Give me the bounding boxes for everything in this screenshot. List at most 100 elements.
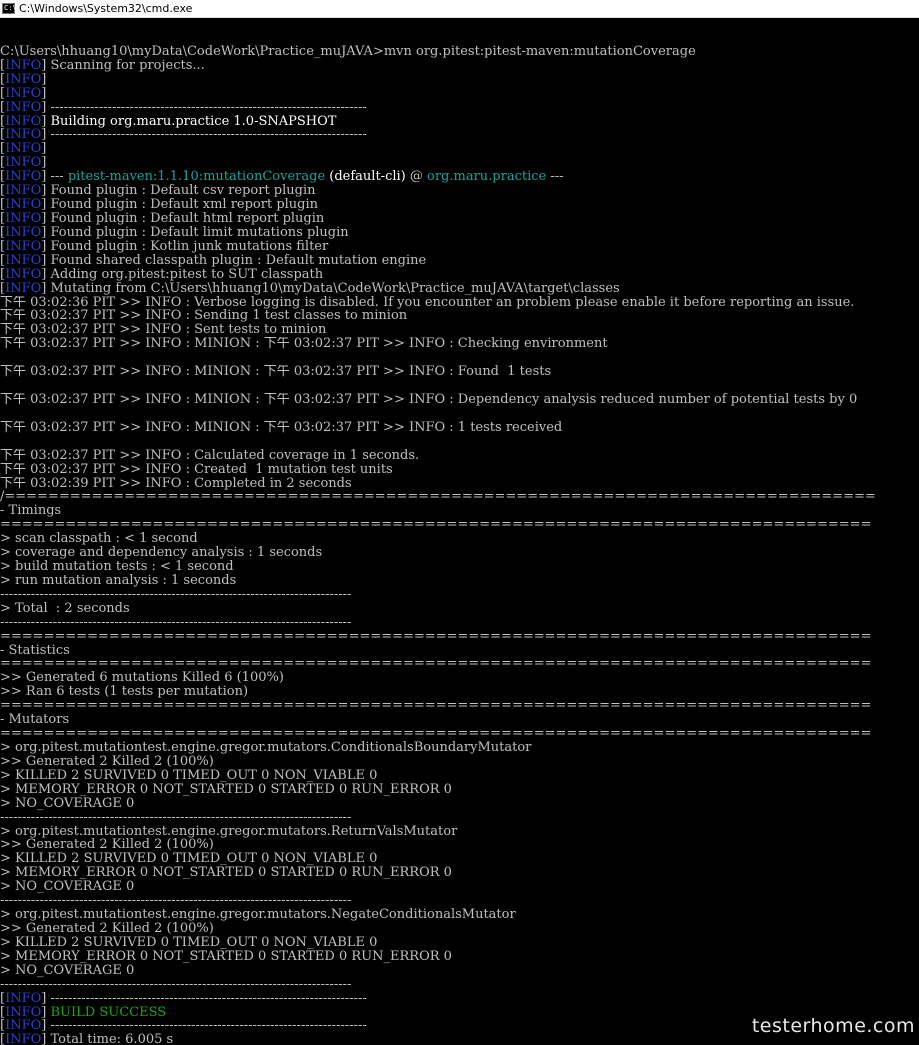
console-line: ========================================… xyxy=(0,630,919,644)
console-text: BUILD SUCCESS xyxy=(50,1005,167,1020)
console-line: [INFO] Adding org.pitest:pitest to SUT c… xyxy=(0,267,324,282)
console-line: 下午 03:02:37 PIT >> INFO : MINION : 下午 03… xyxy=(0,421,919,435)
console-line: - Statistics xyxy=(0,644,919,658)
console-text: > KILLED 2 SURVIVED 0 TIMED_OUT 0 NON_VI… xyxy=(0,768,378,783)
info-tag: INFO xyxy=(5,198,42,212)
console-text: ----------------------------------------… xyxy=(0,977,352,992)
info-tag: INFO xyxy=(5,128,42,143)
console-line: [INFO] Scanning for projects... xyxy=(0,58,205,73)
console-text: > KILLED 2 SURVIVED 0 TIMED_OUT 0 NON_VI… xyxy=(0,852,378,867)
console-text: > coverage and dependency analysis : 1 s… xyxy=(0,546,323,561)
console-line: > MEMORY_ERROR 0 NOT_STARTED 0 STARTED 0… xyxy=(0,783,919,797)
info-tag: INFO xyxy=(5,142,42,157)
info-tag: INFO xyxy=(5,58,42,73)
console-text: ========================================… xyxy=(0,727,872,742)
console-line: >> Generated 2 Killed 2 (100%) xyxy=(0,755,919,769)
console-text: > NO_COVERAGE 0 xyxy=(0,963,135,978)
console-line: C:\Users\hhuang10\myData\CodeWork\Practi… xyxy=(0,45,919,59)
console-line: 下午 03:02:36 PIT >> INFO : Verbose loggin… xyxy=(0,296,919,310)
console-line: [INFO] ---------------------------------… xyxy=(0,991,367,1006)
console-line: [INFO] Found plugin : Default limit muta… xyxy=(0,225,349,240)
console-text: Found plugin : Default xml report plugin xyxy=(46,198,319,212)
window-titlebar[interactable]: C:\ C:\Windows\System32\cmd.exe xyxy=(0,0,919,18)
console-text: - Timings xyxy=(0,504,62,519)
console-text: > Total : 2 seconds xyxy=(0,601,130,616)
window-title: C:\Windows\System32\cmd.exe xyxy=(19,2,193,15)
console-line: >> Generated 2 Killed 2 (100%) xyxy=(0,922,919,936)
console-line: > org.pitest.mutationtest.engine.gregor.… xyxy=(0,741,919,755)
info-tag: INFO xyxy=(5,72,42,87)
console-text: Scanning for projects... xyxy=(46,58,205,73)
console-text: ----------------------------------------… xyxy=(0,810,352,825)
console-line: 下午 03:02:37 PIT >> INFO : Created 1 muta… xyxy=(0,463,919,477)
console-text: 下午 03:02:37 PIT >> INFO : Calculated cov… xyxy=(0,448,420,463)
console-text: 下午 03:02:37 PIT >> INFO : Created 1 muta… xyxy=(0,462,393,477)
console-line: ----------------------------------------… xyxy=(0,894,919,908)
console-text: 下午 03:02:37 PIT >> INFO : MINION : 下午 03… xyxy=(0,420,563,435)
console-line: [INFO] Mutating from C:\Users\hhuang10\m… xyxy=(0,281,620,296)
console-line: [INFO] Found plugin : Default xml report… xyxy=(0,198,319,212)
info-tag: INFO xyxy=(5,170,42,185)
console-text: > run mutation analysis : 1 seconds xyxy=(0,573,237,588)
console-text: > NO_COVERAGE 0 xyxy=(0,796,135,811)
console-line: > NO_COVERAGE 0 xyxy=(0,797,919,811)
console-line: 下午 03:02:39 PIT >> INFO : Completed in 2… xyxy=(0,477,919,491)
console-line: ========================================… xyxy=(0,727,919,741)
info-tag: INFO xyxy=(5,114,42,129)
console-text: Found plugin : Default csv report plugin xyxy=(46,184,316,199)
console-line: [INFO] ---------------------------------… xyxy=(0,100,367,115)
console-text: 下午 03:02:37 PIT >> INFO : MINION : 下午 03… xyxy=(0,365,552,380)
console-line: > NO_COVERAGE 0 xyxy=(0,880,919,894)
console-text: >> Generated 2 Killed 2 (100%) xyxy=(0,838,214,853)
console-text: > org.pitest.mutationtest.engine.gregor.… xyxy=(0,908,516,922)
console-text: --- xyxy=(46,170,68,185)
console-line: ----------------------------------------… xyxy=(0,616,919,630)
console-text: - Mutators xyxy=(0,713,70,728)
info-tag: INFO xyxy=(5,156,42,171)
info-tag: INFO xyxy=(5,100,42,115)
console-text: > build mutation tests : < 1 second xyxy=(0,560,234,574)
console-line: ----------------------------------------… xyxy=(0,588,919,602)
console-line: > Total : 2 seconds xyxy=(0,602,919,616)
console-line: [INFO] ---------------------------------… xyxy=(0,128,367,143)
console-text: - Statistics xyxy=(0,643,70,658)
console-line: > KILLED 2 SURVIVED 0 TIMED_OUT 0 NON_VI… xyxy=(0,936,919,950)
info-tag: INFO xyxy=(5,184,42,199)
console-text: ----------------------------------------… xyxy=(0,615,352,630)
console-output[interactable]: C:\Users\hhuang10\myData\CodeWork\Practi… xyxy=(0,31,919,1045)
console-text: > KILLED 2 SURVIVED 0 TIMED_OUT 0 NON_VI… xyxy=(0,935,378,950)
cmd-icon: C:\ xyxy=(2,3,17,14)
console-text: ----------------------------------------… xyxy=(46,1019,367,1034)
console-line: >> Generated 2 Killed 2 (100%) xyxy=(0,838,919,852)
console-text: > org.pitest.mutationtest.engine.gregor.… xyxy=(0,824,458,839)
console-line: > KILLED 2 SURVIVED 0 TIMED_OUT 0 NON_VI… xyxy=(0,852,919,866)
console-line: [INFO] Found plugin : Default html repor… xyxy=(0,211,325,226)
console-text: > org.pitest.mutationtest.engine.gregor.… xyxy=(0,741,532,755)
console-line: [INFO] --- pitest-maven:1.1.10:mutationC… xyxy=(0,170,564,185)
console-line: [INFO] xyxy=(0,72,47,87)
info-tag: INFO xyxy=(5,225,42,240)
console-line: > NO_COVERAGE 0 xyxy=(0,964,919,978)
console-text: 下午 03:02:37 PIT >> INFO : MINION : 下午 03… xyxy=(0,337,608,352)
console-text: 下午 03:02:36 PIT >> INFO : Verbose loggin… xyxy=(0,295,855,310)
info-tag: INFO xyxy=(5,1033,42,1045)
console-line: [INFO] Found plugin : Default csv report… xyxy=(0,184,316,199)
watermark: testerhome.com xyxy=(751,1015,915,1037)
console-text: >> Generated 6 mutations Killed 6 (100%) xyxy=(0,671,284,686)
console-line: /=======================================… xyxy=(0,490,919,504)
console-text: ========================================… xyxy=(0,699,872,714)
info-tag: INFO xyxy=(5,991,42,1006)
console-text: ----------------------------------------… xyxy=(0,587,352,602)
console-line: ----------------------------------------… xyxy=(0,978,919,992)
console-line: [INFO] Found plugin : Kotlin junk mutati… xyxy=(0,239,329,254)
console-line: > build mutation tests : < 1 second xyxy=(0,560,919,574)
console-line: > coverage and dependency analysis : 1 s… xyxy=(0,546,919,560)
console-line: - Mutators xyxy=(0,713,919,727)
console-line: 下午 03:02:37 PIT >> INFO : Calculated cov… xyxy=(0,449,919,463)
console-text: ----------------------------------------… xyxy=(0,894,352,909)
console-text: 下午 03:02:39 PIT >> INFO : Completed in 2… xyxy=(0,476,352,491)
console-text: @ xyxy=(405,170,428,185)
console-line: 下午 03:02:37 PIT >> INFO : MINION : 下午 03… xyxy=(0,337,919,351)
